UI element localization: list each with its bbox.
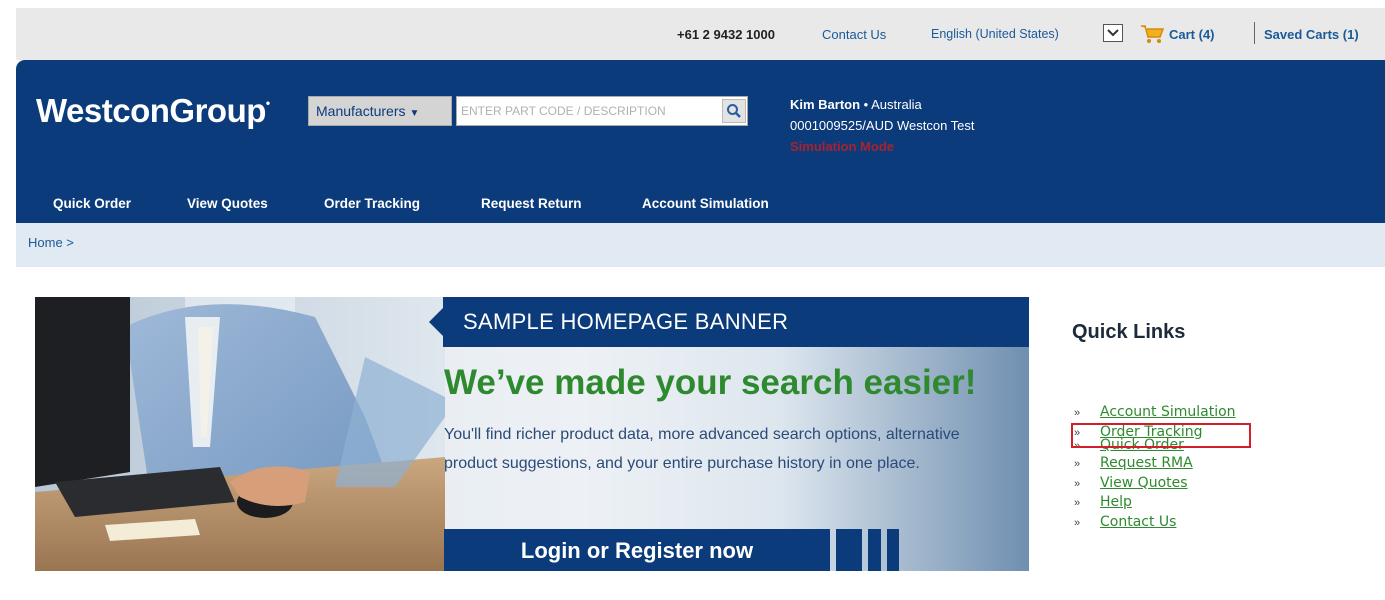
banner-headline: We’ve made your search easier! [444,363,977,402]
breadcrumb-home[interactable]: Home > [28,235,74,250]
banner-notch [429,308,443,336]
quick-link-request-rma[interactable]: Request RMA [1100,455,1193,471]
list-item: » Help [1074,494,1236,514]
quick-link-account-simulation[interactable]: Account Simulation [1100,404,1236,420]
westcon-logo[interactable]: WestconGroup• [36,92,270,130]
list-item: » Request RMA [1074,455,1236,475]
cta-stripe [836,529,862,571]
quick-link-contact-us[interactable]: Contact Us [1100,514,1176,530]
banner-tag: SAMPLE HOMEPAGE BANNER [429,297,1029,347]
saved-carts-link[interactable]: Saved Carts (1) [1264,27,1359,42]
logo-mark: • [265,96,270,110]
list-item: » Contact Us [1074,514,1236,534]
list-item: » Account Simulation [1074,404,1236,424]
main-nav: Quick Order View Quotes Order Tracking R… [16,191,1385,223]
site-header: WestconGroup• Manufacturers▼ Kim Barton … [16,60,1385,223]
nav-quick-order[interactable]: Quick Order [53,196,131,211]
login-register-label: Login or Register now [520,538,754,563]
cart-link[interactable]: Cart (4) [1169,27,1215,42]
manufacturers-dropdown[interactable]: Manufacturers ▼ [308,96,452,126]
quick-link-view-quotes[interactable]: View Quotes [1100,475,1188,491]
contact-us-link[interactable]: Contact Us [822,27,886,42]
account-info: 0001009525/AUD Westcon Test [790,118,975,133]
highlight-box [1071,423,1251,448]
nav-view-quotes[interactable]: View Quotes [187,196,268,211]
logo-text: WestconGroup [36,92,266,129]
quick-links-title: Quick Links [1072,321,1186,343]
banner-body: You'll find richer product data, more ad… [444,426,960,472]
breadcrumb: Home > [16,223,1385,267]
list-item: » View Quotes [1074,475,1236,495]
simulation-mode-label: Simulation Mode [790,139,894,154]
user-name[interactable]: Kim Barton [790,97,860,112]
bullet-icon: » [1074,458,1081,470]
quick-link-help[interactable]: Help [1100,494,1132,510]
banner-tag-text: SAMPLE HOMEPAGE BANNER [463,309,789,334]
chevron-down-icon[interactable] [1103,24,1123,42]
cta-stripe [887,529,899,571]
bullet-icon: » [1074,497,1081,509]
phone-number: +61 2 9432 1000 [677,27,775,42]
homepage-banner[interactable]: SAMPLE HOMEPAGE BANNER We’ve made your s… [35,297,1029,571]
search-input[interactable] [457,97,721,125]
search-icon [727,104,741,118]
utility-bar: +61 2 9432 1000 Contact Us English (Unit… [16,8,1385,60]
nav-order-tracking[interactable]: Order Tracking [324,196,420,211]
user-country: Australia [871,97,922,112]
bullet-icon: » [1074,477,1081,490]
user-info: Kim Barton • Australia 0001009525/AUD We… [790,94,975,157]
search-button[interactable] [722,99,746,123]
bullet-icon: » [1074,407,1081,419]
login-register-button[interactable]: Login or Register now [444,529,830,571]
cart-icon[interactable] [1140,24,1165,49]
caret-down-icon: ▼ [409,108,420,119]
language-select[interactable]: English (United States) [931,27,1059,41]
nav-account-simulation[interactable]: Account Simulation [642,196,769,211]
divider [1254,22,1255,44]
page: +61 2 9432 1000 Contact Us English (Unit… [0,0,1385,600]
bullet-icon: » [1074,516,1081,529]
cta-stripe [868,529,881,571]
search-box [456,96,748,126]
banner-photo [35,297,445,571]
nav-request-return[interactable]: Request Return [481,196,582,211]
manufacturers-label: Manufacturers [316,103,406,119]
